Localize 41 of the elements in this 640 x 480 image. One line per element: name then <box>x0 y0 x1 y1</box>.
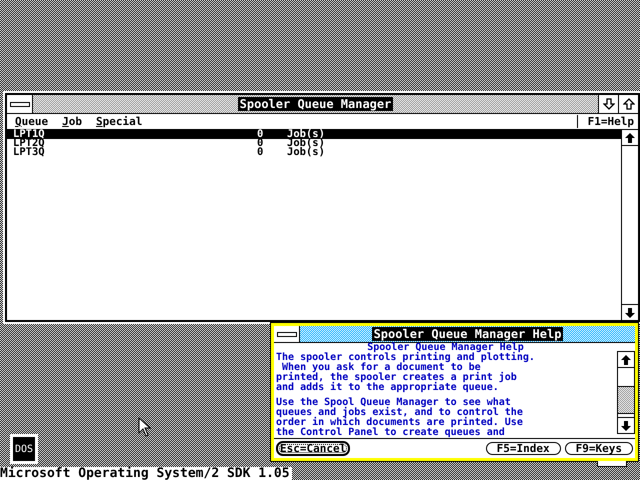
menu-item[interactable]: Job <box>62 115 82 128</box>
help-menu-item[interactable]: F1=Help <box>576 115 638 128</box>
down-arrow-icon <box>621 420 631 430</box>
push-button[interactable]: Esc=Cancel <box>276 441 350 456</box>
up-arrow-icon <box>622 98 634 110</box>
push-button[interactable]: F5=Index <box>486 442 561 455</box>
system-menu-button[interactable] <box>274 326 300 342</box>
maximize-button[interactable] <box>618 95 638 113</box>
window-title: Spooler Queue Manager <box>238 97 394 111</box>
help-text-line: and adds it to the appropriate queue. <box>275 383 500 393</box>
menu-item[interactable]: Queue <box>15 115 48 128</box>
scroll-thumb[interactable] <box>618 387 634 413</box>
help-text-line: The spooler controls printing and plotting. <box>275 353 536 363</box>
down-arrow-icon <box>625 308 635 318</box>
scrollbar[interactable] <box>621 130 638 320</box>
help-text-line: printed, the spooler creates a print job <box>275 373 518 383</box>
status-text: Microsoft Operating System/2 SDK 1.05 <box>0 467 292 480</box>
scroll-up-button[interactable] <box>618 352 634 368</box>
help-text-line: order in which documents are printed. Use <box>275 418 524 428</box>
queue-row[interactable]: LPT3Q 0 Job(s) <box>7 148 621 157</box>
scroll-up-button[interactable] <box>622 130 638 146</box>
help-text-line: When you ask for a document to be <box>282 363 481 373</box>
scroll-down-button[interactable] <box>622 304 638 320</box>
minimized-window-icon[interactable] <box>597 461 627 467</box>
mouse-pointer-icon <box>138 417 152 437</box>
help-text-line: the Control Panel to create queues and <box>275 428 506 438</box>
push-button[interactable]: F9=Keys <box>564 442 633 455</box>
system-menu-button[interactable] <box>7 95 33 113</box>
help-heading: Spooler Queue Manager Help <box>367 343 524 353</box>
down-arrow-icon <box>602 98 614 110</box>
up-arrow-icon <box>621 354 631 364</box>
window-title: Spooler Queue Manager Help <box>372 327 564 341</box>
help-text-line: Use the Spool Queue Manager to see what <box>275 398 511 408</box>
queue-row[interactable]: LPT1Q 0 Job(s) <box>7 130 621 139</box>
desktop-icon[interactable]: DOS <box>10 434 38 464</box>
minimize-button[interactable] <box>598 95 618 113</box>
scroll-down-button[interactable] <box>618 417 634 433</box>
help-text-line: queues and jobs exist, and to control the <box>275 408 524 418</box>
menu-item[interactable]: Special <box>96 115 142 128</box>
up-arrow-icon <box>625 132 635 142</box>
scrollbar[interactable] <box>617 351 635 434</box>
